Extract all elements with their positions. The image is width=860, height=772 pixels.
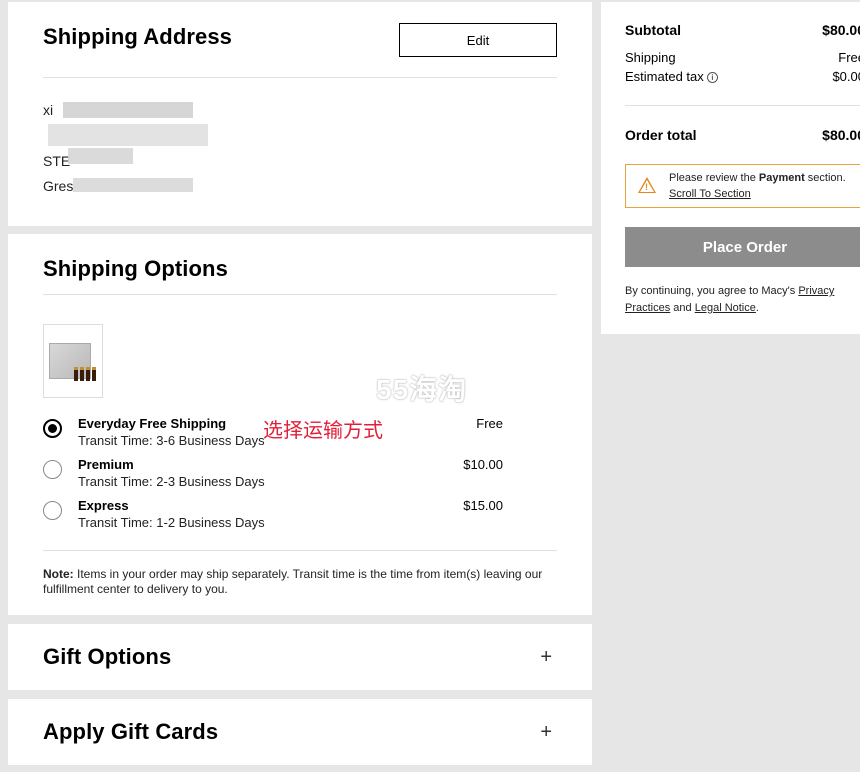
gift-options-card[interactable]: Gift Options + [8, 624, 592, 690]
watermark: 55海淘 [376, 374, 468, 405]
order-total-value: $80.00 [822, 127, 860, 143]
shipping-note: Note: Items in your order may ship separ… [43, 567, 543, 597]
address-line-1: xi [43, 102, 54, 118]
subtotal-value: $80.00 [822, 22, 860, 38]
redaction-blur [68, 148, 133, 164]
alert-suffix: section. [804, 172, 846, 184]
alert-prefix: Please review the [669, 172, 759, 184]
shipping-option-name: Premium [78, 457, 134, 472]
order-total-label: Order total [625, 127, 697, 143]
shipping-options-title: Shipping Options [43, 256, 228, 281]
subtotal-label: Subtotal [625, 22, 681, 38]
alert-text: Please review the Payment section. [669, 172, 846, 184]
shipping-row: Shipping Free [625, 50, 860, 65]
divider [43, 77, 557, 78]
legal-notice-link[interactable]: Legal Notice [695, 302, 756, 314]
divider [43, 294, 557, 295]
legal-text: By continuing, you agree to Macy's Priva… [625, 283, 860, 317]
info-icon[interactable]: i [706, 72, 718, 83]
redaction-blur [63, 102, 193, 118]
gift-options-title: Gift Options [43, 644, 172, 669]
shipping-address-card: Shipping Address Edit xi STE Gres [8, 2, 592, 226]
shipping-option-time: Transit Time: 3-6 Business Days [78, 433, 265, 448]
shipping-option-price: Free [476, 416, 503, 431]
scroll-to-section-link[interactable]: Scroll To Section [669, 188, 751, 200]
note-text: Items in your order may ship separately.… [43, 567, 543, 596]
legal-prefix: By continuing, you agree to Macy's [625, 285, 799, 297]
shipping-option-time: Transit Time: 1-2 Business Days [78, 515, 265, 530]
legal-end: . [755, 302, 759, 314]
address-line-4: Gres [43, 178, 74, 194]
note-label: Note: [43, 567, 74, 581]
shipping-option-name: Express [78, 498, 129, 513]
legal-and: and [670, 302, 695, 314]
tax-row: Estimated taxi $0.00 [625, 69, 860, 84]
warning-icon: ! [638, 177, 656, 193]
divider [625, 105, 860, 106]
divider [43, 550, 557, 551]
payment-alert: ! Please review the Payment section. Scr… [625, 164, 860, 208]
shipping-option-price: $10.00 [463, 457, 503, 472]
shipping-value: Free [838, 50, 860, 65]
product-item-image [74, 367, 78, 381]
redaction-blur [48, 124, 208, 146]
order-total-row: Order total $80.00 [625, 127, 860, 143]
edit-address-button[interactable]: Edit [399, 23, 557, 57]
shipping-address-title: Shipping Address [43, 24, 233, 49]
product-thumbnail [43, 324, 103, 398]
annotation-text: 选择运输方式 [263, 418, 383, 442]
tax-label: Estimated tax [625, 69, 704, 84]
order-summary-card: Subtotal $80.00 Shipping Free Estimated … [601, 2, 860, 334]
subtotal-row: Subtotal $80.00 [625, 22, 860, 38]
plus-icon[interactable]: + [540, 646, 552, 669]
redaction-blur [73, 178, 193, 192]
shipping-option-name: Everyday Free Shipping [78, 416, 227, 431]
radio-button[interactable] [43, 460, 62, 479]
product-item-image [86, 367, 90, 381]
tax-value: $0.00 [832, 69, 860, 84]
gift-cards-card[interactable]: Apply Gift Cards + [8, 699, 592, 765]
address-line-3: STE [43, 153, 71, 169]
gift-cards-title: Apply Gift Cards [43, 719, 219, 744]
product-item-image [92, 367, 96, 381]
plus-icon[interactable]: + [540, 721, 552, 744]
shipping-options-card: Shipping Options 55海淘 Everyday Free Ship… [8, 234, 592, 615]
place-order-button[interactable]: Place Order [625, 227, 860, 267]
shipping-option-time: Transit Time: 2-3 Business Days [78, 474, 265, 489]
product-item-image [80, 367, 84, 381]
shipping-option-price: $15.00 [463, 498, 503, 513]
shipping-label: Shipping [625, 50, 676, 65]
alert-bold: Payment [758, 172, 805, 184]
radio-button[interactable] [43, 501, 62, 520]
radio-button-selected[interactable] [43, 419, 62, 438]
product-box-image [49, 343, 91, 379]
